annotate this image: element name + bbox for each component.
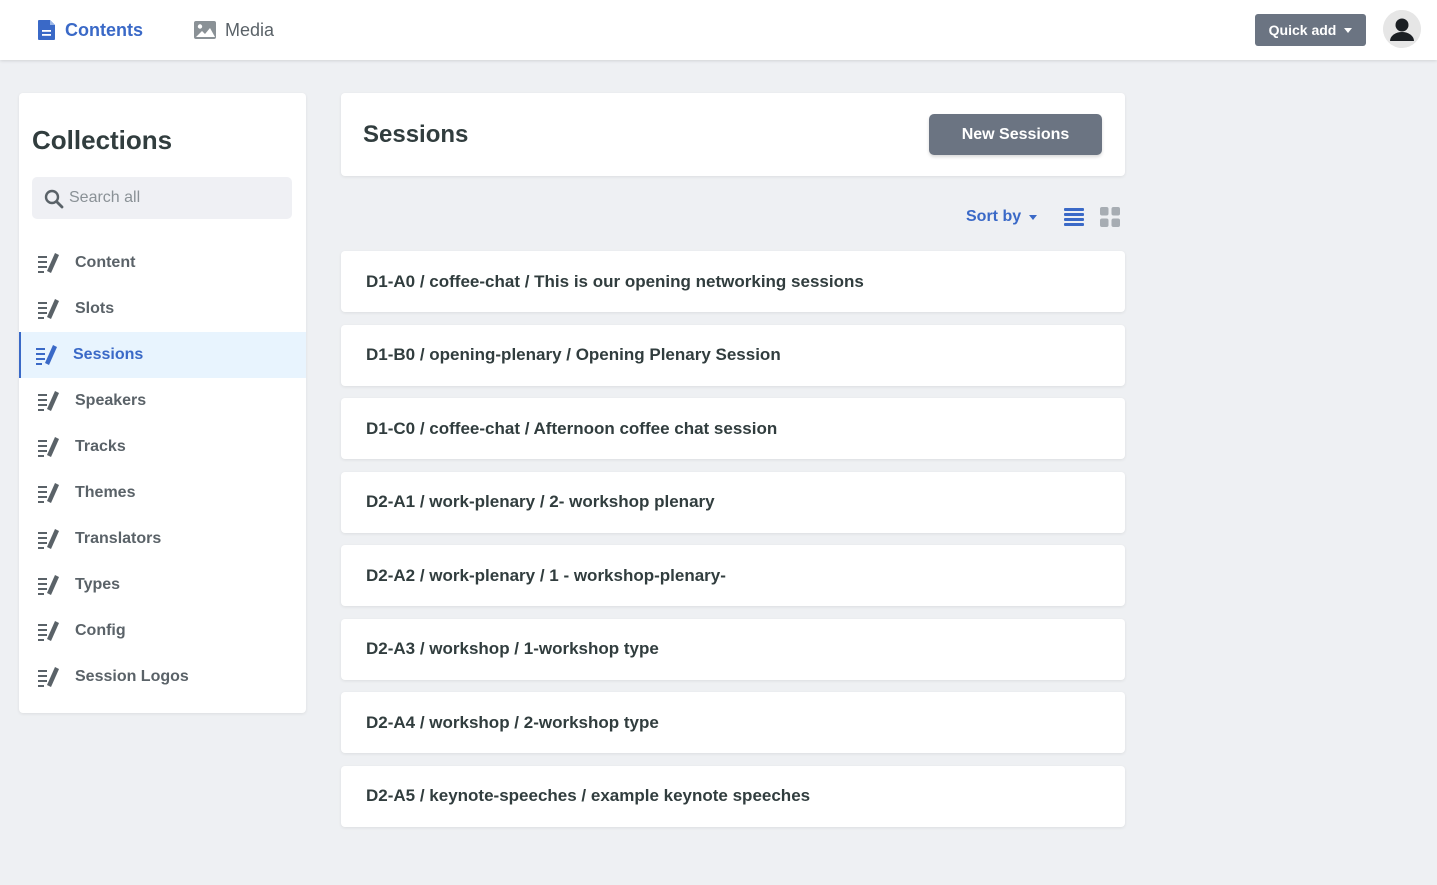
list-item[interactable]: D2-A4 / workshop / 2-workshop type — [341, 692, 1125, 753]
sidebar-item-label: Translators — [75, 530, 162, 547]
sidebar-item-session-logos[interactable]: Session Logos — [19, 654, 306, 700]
sidebar-item-config[interactable]: Config — [19, 608, 306, 654]
sidebar-item-content[interactable]: Content — [19, 240, 306, 286]
document-icon — [37, 19, 57, 41]
list-item[interactable]: D2-A5 / keynote-speeches / example keyno… — [341, 765, 1125, 827]
write-icon — [38, 528, 60, 550]
write-icon — [38, 574, 60, 596]
list-item[interactable]: D2-A2 / work-plenary / 1 - workshop-plen… — [341, 545, 1125, 606]
sidebar-item-label: Content — [75, 254, 136, 271]
list-item[interactable]: D2-A1 / work-plenary / 2- workshop plena… — [341, 471, 1125, 533]
sidebar-item-types[interactable]: Types — [19, 562, 306, 608]
write-icon — [38, 436, 60, 458]
grid-view-button[interactable] — [1099, 206, 1121, 233]
collection-header: Sessions New Sessions — [341, 93, 1125, 176]
sidebar-item-slots[interactable]: Slots — [19, 286, 306, 332]
sidebar-item-label: Types — [75, 576, 121, 593]
write-icon — [38, 298, 60, 320]
collections-title: Collections — [32, 125, 173, 155]
search-input[interactable] — [32, 177, 292, 219]
collection-list: Content Slots Sessions Speakers Tracks T… — [19, 240, 306, 700]
entry-list: D1-A0 / coffee-chat / This is our openin… — [341, 251, 1125, 839]
sidebar-item-label: Sessions — [73, 346, 144, 363]
user-icon — [1383, 10, 1421, 48]
nav-media-link[interactable]: Media — [193, 0, 274, 60]
quick-add-label: Quick add — [1268, 22, 1337, 38]
caret-down-icon — [1344, 27, 1353, 33]
sidebar-item-sessions[interactable]: Sessions — [19, 332, 306, 378]
sidebar-item-themes[interactable]: Themes — [19, 470, 306, 516]
list-view-button[interactable] — [1063, 206, 1085, 233]
nav-contents-label: Contents — [65, 19, 143, 40]
write-icon — [36, 344, 58, 366]
search-box[interactable] — [32, 177, 292, 219]
image-icon — [193, 20, 217, 40]
sidebar-item-label: Tracks — [75, 438, 126, 455]
list-item[interactable]: D1-A0 / coffee-chat / This is our openin… — [341, 251, 1125, 312]
sidebar-item-label: Config — [75, 622, 126, 639]
sidebar-item-label: Session Logos — [75, 668, 189, 685]
grid-view-icon — [1100, 207, 1120, 227]
top-bar: Contents Media Quick add — [0, 0, 1437, 60]
write-icon — [38, 620, 60, 642]
list-item[interactable]: D1-C0 / coffee-chat / Afternoon coffee c… — [341, 398, 1125, 459]
sidebar-item-tracks[interactable]: Tracks — [19, 424, 306, 470]
sidebar-item-label: Slots — [75, 300, 115, 317]
sidebar-item-speakers[interactable]: Speakers — [19, 378, 306, 424]
write-icon — [38, 666, 60, 688]
sort-by-label: Sort by — [966, 208, 1022, 225]
new-sessions-button[interactable]: New Sessions — [929, 114, 1102, 155]
list-item[interactable]: D1-B0 / opening-plenary / Opening Plenar… — [341, 324, 1125, 386]
sidebar-item-translators[interactable]: Translators — [19, 516, 306, 562]
nav-media-label: Media — [225, 19, 275, 40]
user-avatar[interactable] — [1383, 10, 1421, 48]
list-item[interactable]: D2-A3 / workshop / 1-workshop type — [341, 618, 1125, 680]
list-view-icon — [1064, 208, 1084, 226]
write-icon — [38, 482, 60, 504]
write-icon — [38, 390, 60, 412]
sidebar-item-label: Speakers — [75, 392, 147, 409]
nav-contents-link[interactable]: Contents — [37, 0, 143, 60]
page-title: Sessions — [363, 121, 469, 148]
write-icon — [38, 252, 60, 274]
collections-sidebar: Collections Content Slots Sessions Speak… — [19, 93, 306, 713]
sort-by-dropdown[interactable]: Sort by — [966, 206, 1038, 228]
quick-add-button[interactable]: Quick add — [1255, 14, 1366, 46]
sidebar-item-label: Themes — [75, 484, 136, 501]
caret-down-icon — [1029, 214, 1038, 220]
